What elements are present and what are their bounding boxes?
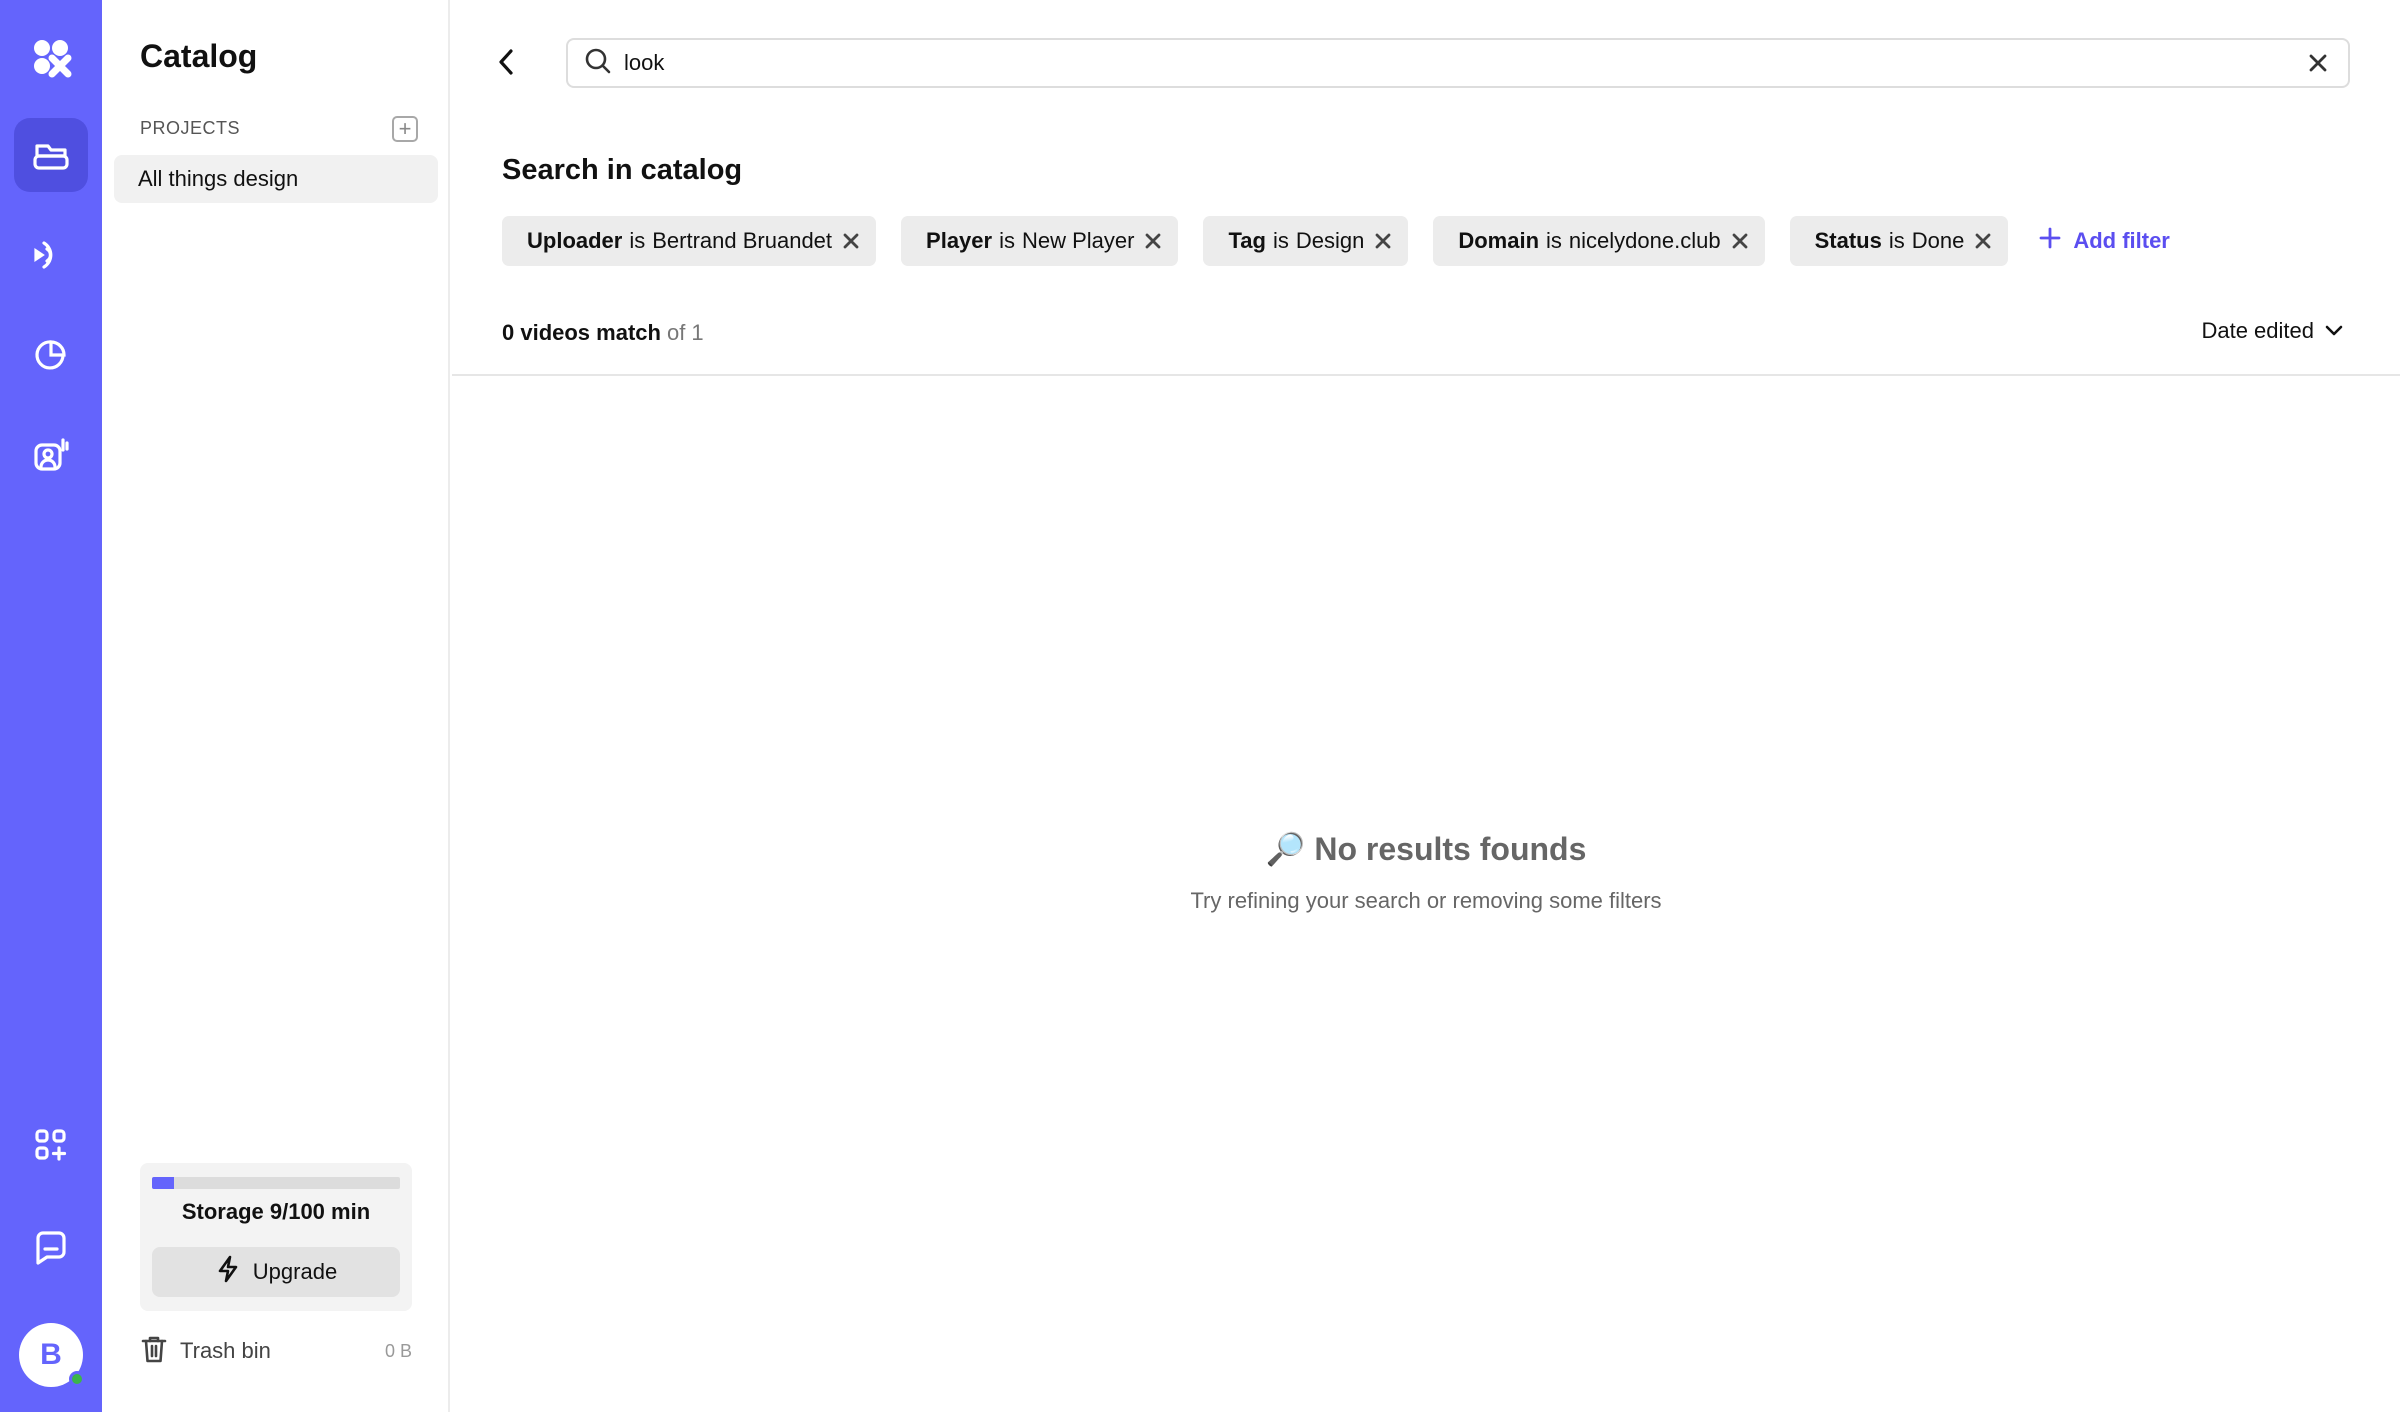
trash-label: Trash bin	[180, 1338, 271, 1363]
filter-chip-player[interactable]: Player is New Player	[901, 216, 1179, 266]
add-filter-button[interactable]: Add filter	[2033, 227, 2170, 255]
search-input[interactable]	[624, 50, 2304, 76]
project-label: All things design	[138, 166, 299, 191]
filter-value: Bertrand Bruandet	[652, 228, 833, 253]
match-count: 0 videos match	[502, 320, 661, 345]
storage-progress-bar	[152, 1177, 400, 1189]
lightning-icon	[215, 1255, 241, 1289]
filter-key: Status	[1814, 228, 1882, 253]
add-filter-label: Add filter	[2073, 228, 2170, 253]
remove-filter-icon[interactable]	[842, 232, 860, 250]
filter-chip-status[interactable]: Status is Done	[1789, 216, 2009, 266]
empty-state-subtitle: Try refining your search or removing som…	[1190, 888, 1662, 913]
app-rail: B	[0, 0, 102, 1412]
chevron-down-icon	[2324, 318, 2344, 344]
filter-value: Design	[1295, 228, 1365, 253]
search-icon	[584, 47, 612, 80]
filter-operator: is	[1888, 228, 1905, 253]
add-project-button[interactable]: +	[392, 116, 418, 142]
section-title: Search in catalog	[502, 154, 743, 186]
remove-filter-icon[interactable]	[1144, 232, 1162, 250]
trash-icon	[140, 1334, 168, 1369]
chevron-left-icon	[494, 47, 518, 82]
avatar-initial: B	[40, 1338, 62, 1371]
projects-label: PROJECTS	[140, 118, 241, 138]
filter-chip-tag[interactable]: Tag is Design	[1203, 216, 1409, 266]
filter-key: Tag	[1228, 228, 1266, 253]
apps-icon[interactable]	[14, 1108, 88, 1182]
remove-filter-icon[interactable]	[1731, 232, 1749, 250]
main-content: Search in catalog Uploader is Bertrand B…	[452, 0, 2400, 1412]
empty-title-text: No results founds	[1314, 831, 1587, 867]
filter-operator: is	[629, 228, 646, 253]
catalog-sidebar: Catalog PROJECTS + All things design Sto…	[102, 0, 450, 1412]
sort-label: Date edited	[2201, 318, 2314, 343]
empty-state-title: 🔎 No results founds	[452, 830, 2400, 868]
avatar[interactable]: B	[19, 1323, 85, 1387]
storage-panel: Storage 9/100 min Upgrade	[140, 1163, 412, 1311]
remove-filter-icon[interactable]	[1374, 232, 1392, 250]
audience-icon[interactable]	[14, 418, 88, 492]
filter-value: Done	[1911, 228, 1965, 253]
filter-value: New Player	[1021, 228, 1135, 253]
filter-key: Uploader	[527, 228, 623, 253]
sort-dropdown[interactable]: Date edited	[2201, 318, 2344, 344]
storage-label: Storage 9/100 min	[181, 1199, 371, 1224]
filter-operator: is	[999, 228, 1015, 253]
results-divider	[452, 374, 2400, 376]
filter-operator: is	[1272, 228, 1289, 253]
plus-icon	[2039, 227, 2061, 255]
remove-filter-icon[interactable]	[1974, 232, 1992, 250]
logo-icon[interactable]	[14, 20, 88, 94]
filter-bar: Uploader is Bertrand Bruandet Player is …	[502, 216, 2170, 266]
online-status-dot	[69, 1371, 85, 1387]
filter-chip-uploader[interactable]: Uploader is Bertrand Bruandet	[502, 216, 877, 266]
results-count: 0 videos match of 1	[502, 320, 704, 346]
filter-chip-domain[interactable]: Domain is nicelydone.club	[1433, 216, 1765, 266]
search-bar	[566, 38, 2350, 88]
storage-progress-fill	[152, 1177, 175, 1189]
catalog-icon[interactable]	[14, 118, 88, 192]
analytics-icon[interactable]	[14, 318, 88, 392]
sidebar-item-all-things-design[interactable]: All things design	[114, 155, 438, 203]
magnifier-emoji-icon: 🔎	[1265, 831, 1306, 867]
close-icon[interactable]	[2304, 49, 2332, 77]
trash-size: 0 B	[384, 1340, 412, 1361]
upgrade-label: Upgrade	[252, 1259, 338, 1284]
back-button[interactable]	[494, 44, 518, 84]
chat-icon[interactable]	[14, 1210, 88, 1284]
filter-operator: is	[1546, 228, 1562, 253]
filter-key: Player	[926, 228, 993, 253]
upgrade-button[interactable]: Upgrade	[152, 1247, 400, 1297]
filter-key: Domain	[1458, 228, 1540, 253]
broadcast-icon[interactable]	[14, 218, 88, 292]
match-total: of 1	[666, 320, 704, 345]
filter-value: nicelydone.club	[1568, 228, 1721, 253]
trash-bin-link[interactable]: Trash bin 0 B	[140, 1334, 412, 1368]
plus-icon: +	[398, 116, 412, 141]
sidebar-title: Catalog	[140, 38, 258, 74]
